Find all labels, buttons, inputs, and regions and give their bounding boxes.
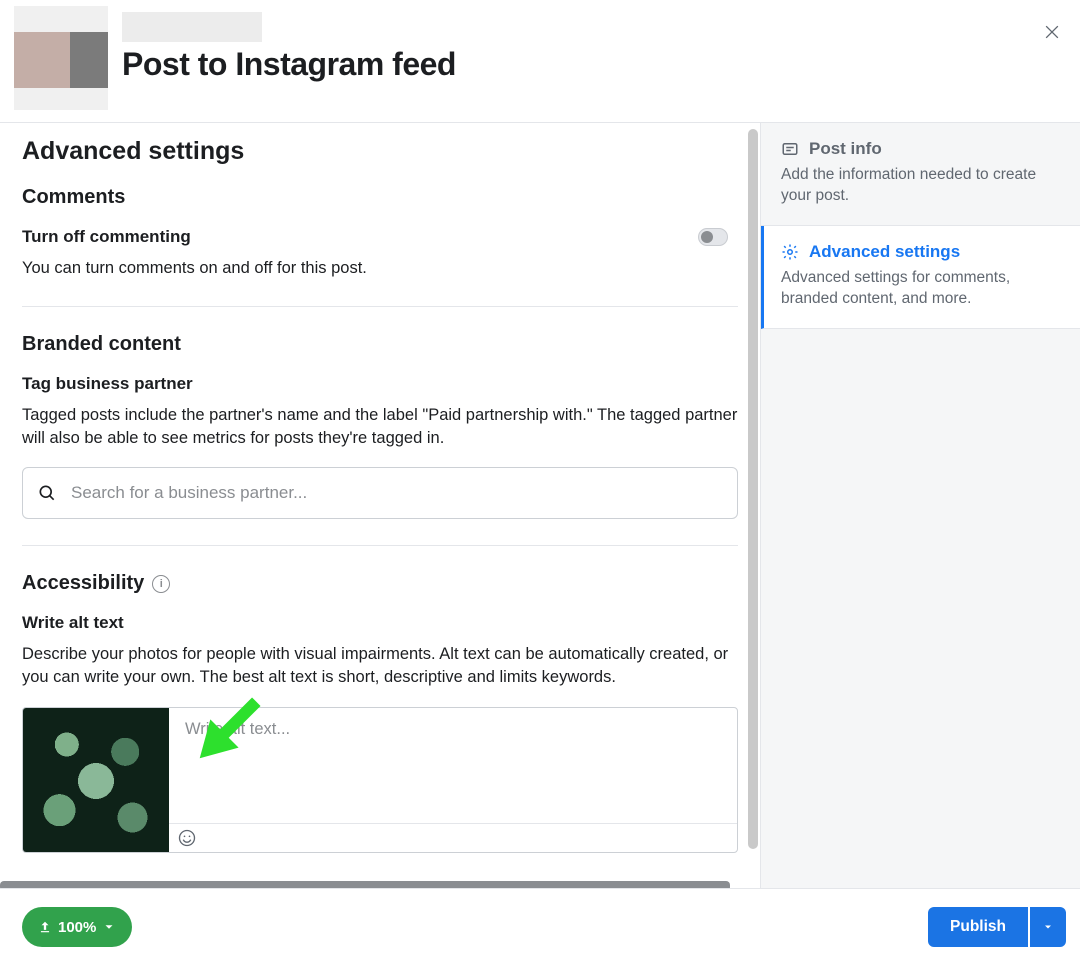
publish-button-group: Publish	[928, 907, 1066, 947]
upload-percent-label: 100%	[58, 919, 96, 936]
sidebar-item-label: Post info	[809, 139, 882, 159]
emoji-icon	[177, 828, 197, 848]
sidebar: Post info Add the information needed to …	[760, 123, 1080, 888]
section-heading-advanced-settings: Advanced settings	[22, 137, 738, 166]
business-partner-search[interactable]	[22, 467, 738, 519]
setting-label-write-alt-text: Write alt text	[22, 613, 738, 633]
subsection-heading-comments: Comments	[22, 186, 738, 209]
chevron-down-icon	[1042, 921, 1054, 933]
publish-dropdown-button[interactable]	[1030, 907, 1066, 947]
page-title: Post to Instagram feed	[122, 46, 456, 83]
sidebar-item-description: Advanced settings for comments, branded …	[781, 268, 1060, 310]
business-partner-search-input[interactable]	[71, 483, 723, 503]
sidebar-item-label: Advanced settings	[809, 242, 960, 262]
close-icon	[1042, 22, 1062, 42]
close-button[interactable]	[1038, 18, 1066, 46]
search-icon	[37, 483, 57, 503]
setting-label-turn-off-commenting: Turn off commenting	[22, 227, 191, 247]
footer-bar: 100% Publish	[0, 888, 1080, 965]
account-name-redacted	[122, 12, 262, 42]
gear-icon	[781, 243, 799, 261]
publish-button[interactable]: Publish	[928, 907, 1028, 947]
alt-text-input[interactable]	[185, 720, 721, 811]
account-thumbnail	[14, 6, 108, 110]
post-info-icon	[781, 140, 799, 158]
scrollbar-horizontal[interactable]	[0, 881, 730, 888]
comments-description: You can turn comments on and off for thi…	[22, 257, 738, 280]
emoji-picker-button[interactable]	[177, 828, 197, 848]
scrollbar-vertical[interactable]	[748, 129, 758, 849]
subsection-heading-branded-content: Branded content	[22, 333, 738, 356]
divider	[22, 306, 738, 307]
toggle-turn-off-commenting[interactable]	[698, 228, 728, 246]
main-panel: Advanced settings Comments Turn off comm…	[0, 123, 760, 888]
accessibility-description: Describe your photos for people with vis…	[22, 643, 738, 689]
upload-icon	[38, 920, 52, 934]
sidebar-item-advanced-settings[interactable]: Advanced settings Advanced settings for …	[761, 226, 1080, 329]
subsection-heading-accessibility: Accessibility	[22, 572, 144, 595]
setting-label-tag-business-partner: Tag business partner	[22, 374, 738, 394]
alt-text-editor	[22, 707, 738, 853]
chevron-down-icon	[102, 920, 116, 934]
divider	[22, 545, 738, 546]
upload-status-button[interactable]: 100%	[22, 907, 132, 947]
sidebar-item-post-info[interactable]: Post info Add the information needed to …	[761, 123, 1080, 226]
dialog-header: Post to Instagram feed	[0, 0, 1080, 123]
sidebar-item-description: Add the information needed to create you…	[781, 165, 1060, 207]
branded-description: Tagged posts include the partner's name …	[22, 404, 738, 450]
post-image-thumbnail	[23, 708, 169, 853]
info-icon[interactable]: i	[152, 575, 170, 593]
